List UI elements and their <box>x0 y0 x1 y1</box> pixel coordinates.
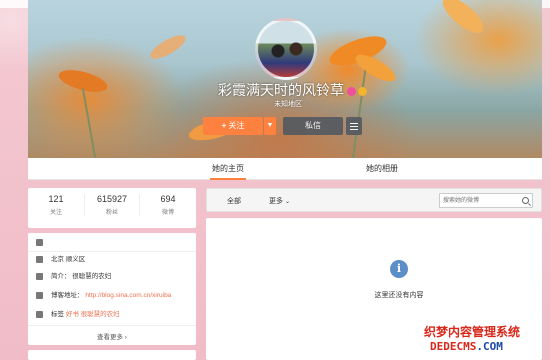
search-box <box>439 193 533 208</box>
message-button[interactable]: 私信 <box>283 117 343 135</box>
watermark-url-main: DEDECMS <box>430 340 477 353</box>
flower-stem <box>81 88 97 158</box>
tags-link[interactable]: 好书 很聪慧的农妇 <box>66 311 120 318</box>
follow-label: 关注 <box>228 121 245 130</box>
profile-name-row: 彩霞满天时的风铃草 <box>218 80 367 100</box>
intro-text: 简介： 很聪慧的农妇 <box>51 273 112 280</box>
location-icon <box>36 255 43 263</box>
stat-label: 关注 <box>49 210 62 216</box>
more-menu-button[interactable] <box>346 117 362 135</box>
search-icon[interactable] <box>522 197 529 204</box>
info-header <box>36 237 51 249</box>
stats-card: 121 关注 615927 粉丝 694 微博 <box>28 188 196 228</box>
tab-album[interactable]: 她的相册 <box>342 158 422 180</box>
stat-following[interactable]: 121 关注 <box>28 194 84 216</box>
plus-icon: + <box>221 121 227 130</box>
stat-value: 121 <box>48 194 64 204</box>
filter-more-label: 更多 <box>269 198 283 205</box>
info-card: 北京 顺义区 简介： 很聪慧的农妇 博客地址： http://blog.sina… <box>28 233 196 345</box>
intro-icon <box>36 272 43 280</box>
verified-icon[interactable] <box>347 86 356 96</box>
watermark-title: 织梦内容管理系统 <box>424 325 521 339</box>
link-icon <box>36 291 43 299</box>
tag-icon <box>36 310 43 318</box>
info-intro: 简介： 很聪慧的农妇 <box>36 271 111 283</box>
profile-subtitle: 未知地区 <box>274 101 302 108</box>
left-bottom-card <box>28 350 196 360</box>
info-icon: i <box>390 260 408 278</box>
menu-icon-line <box>350 126 358 127</box>
flower-petal <box>352 49 399 87</box>
stat-label: 微博 <box>161 210 174 216</box>
cover-banner: 彩霞满天时的风铃草 未知地区 + 关注 ▼ 私信 <box>28 0 542 158</box>
stat-value: 615927 <box>96 194 128 204</box>
divider <box>28 251 196 252</box>
tab-home[interactable]: 她的主页 <box>188 158 268 180</box>
info-blog: 博客地址： http://blog.sina.com.cn/xiruiba <box>36 290 171 302</box>
profile-name: 彩霞满天时的风铃草 <box>218 82 344 98</box>
filter-all[interactable]: 全部 <box>227 196 241 206</box>
avatar[interactable] <box>255 18 317 80</box>
stat-followers[interactable]: 615927 粉丝 <box>84 194 140 216</box>
flower-petal <box>437 0 489 39</box>
menu-icon <box>350 123 358 124</box>
info-tags: 标签 好书 很聪慧的农妇 <box>36 309 120 321</box>
stat-posts[interactable]: 694 微博 <box>140 194 196 216</box>
blog-link[interactable]: http://blog.sina.com.cn/xiruiba <box>85 292 171 299</box>
profile-main: 彩霞满天时的风铃草 未知地区 + 关注 ▼ 私信 她的主页 她的相册 121 关注… <box>28 0 542 360</box>
blog-label: 博客地址： <box>51 292 84 299</box>
profile-tabs: 她的主页 她的相册 <box>28 158 542 180</box>
divider <box>28 325 196 326</box>
view-more-link[interactable]: 查看更多 › <box>28 331 196 341</box>
chevron-down-icon: ▼ <box>266 122 274 129</box>
location-text: 北京 顺义区 <box>51 256 86 263</box>
vip-icon[interactable] <box>358 86 367 96</box>
watermark-url: DEDECMS.COM <box>430 340 503 353</box>
follow-dropdown-button[interactable]: ▼ <box>264 117 276 135</box>
filter-more[interactable]: 更多 ⌄ <box>269 196 290 206</box>
menu-icon-line <box>350 129 358 130</box>
profile-card-icon <box>36 238 43 246</box>
follow-button[interactable]: + 关注 <box>203 117 263 135</box>
stat-label: 粉丝 <box>105 210 118 216</box>
search-input[interactable] <box>443 195 519 207</box>
flower-petal <box>147 30 189 64</box>
empty-message: 这里还没有内容 <box>374 292 424 299</box>
watermark-url-suffix: .COM <box>476 340 503 353</box>
stat-value: 694 <box>160 194 176 204</box>
feed-toolbar: 全部 更多 ⌄ <box>206 188 542 212</box>
info-location: 北京 顺义区 <box>36 254 85 266</box>
chevron-down-icon: ⌄ <box>285 199 291 205</box>
tags-label: 标签 <box>51 311 64 318</box>
